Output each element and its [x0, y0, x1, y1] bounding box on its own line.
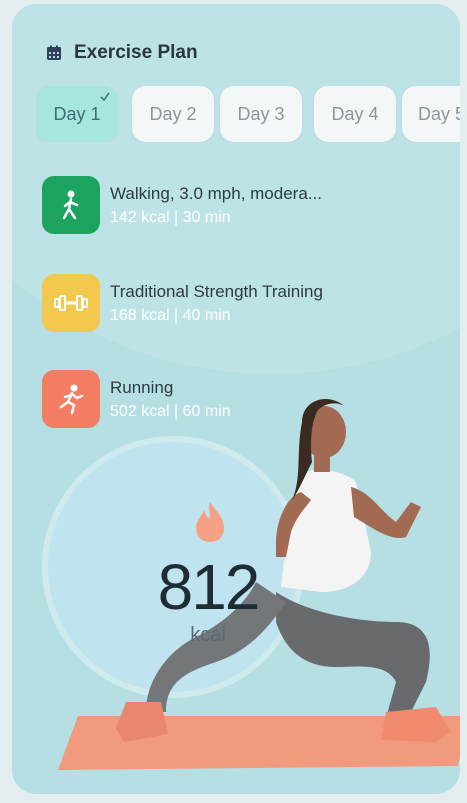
dumbbell-icon	[42, 274, 100, 332]
page-title: Exercise Plan	[74, 42, 198, 63]
exercise-plan-card: Exercise Plan Day 1 Day 2 Day 3 Day 4 Da…	[12, 4, 460, 794]
separator: |	[174, 306, 179, 324]
running-icon	[42, 370, 100, 428]
tab-label: Day 2	[149, 103, 197, 124]
activity-meta: 142 kcal | 30 min	[110, 209, 322, 227]
tab-day-4[interactable]: Day 4	[314, 86, 396, 142]
tab-day-3[interactable]: Day 3	[220, 86, 302, 142]
activity-kcal: 142 kcal	[110, 208, 170, 226]
activity-meta: 168 kcal | 40 min	[110, 307, 323, 325]
tab-day-2[interactable]: Day 2	[132, 86, 214, 142]
calorie-total: 812	[157, 551, 261, 623]
tab-label: Day 1	[53, 103, 101, 124]
dumbbell-icon-glyph	[54, 295, 88, 311]
walking-icon-glyph	[62, 190, 79, 220]
tab-day-1[interactable]: Day 1	[36, 86, 118, 142]
activity-item[interactable]: Traditional Strength Training 168 kcal |…	[42, 274, 323, 332]
calorie-unit: kcal	[190, 624, 226, 646]
header: Exercise Plan	[46, 42, 198, 64]
tab-day-5[interactable]: Day 5	[402, 86, 460, 142]
separator: |	[174, 208, 179, 226]
check-icon	[100, 92, 110, 102]
activity-name: Traditional Strength Training	[110, 281, 323, 301]
activity-duration: 40 min	[182, 306, 231, 324]
tab-label: Day 4	[331, 103, 379, 124]
running-icon-glyph	[59, 384, 84, 415]
activity-item[interactable]: Walking, 3.0 mph, modera... 142 kcal | 3…	[42, 176, 322, 234]
tab-label: Day 5	[418, 103, 460, 124]
day-tabs: Day 1 Day 2 Day 3 Day 4 Day 5	[36, 86, 460, 142]
calendar-icon	[47, 45, 61, 60]
activity-duration: 30 min	[182, 208, 231, 226]
walking-icon	[42, 176, 100, 234]
tab-label: Day 3	[237, 103, 285, 124]
activity-name: Walking, 3.0 mph, modera...	[110, 183, 322, 203]
activity-kcal: 168 kcal	[110, 306, 170, 324]
